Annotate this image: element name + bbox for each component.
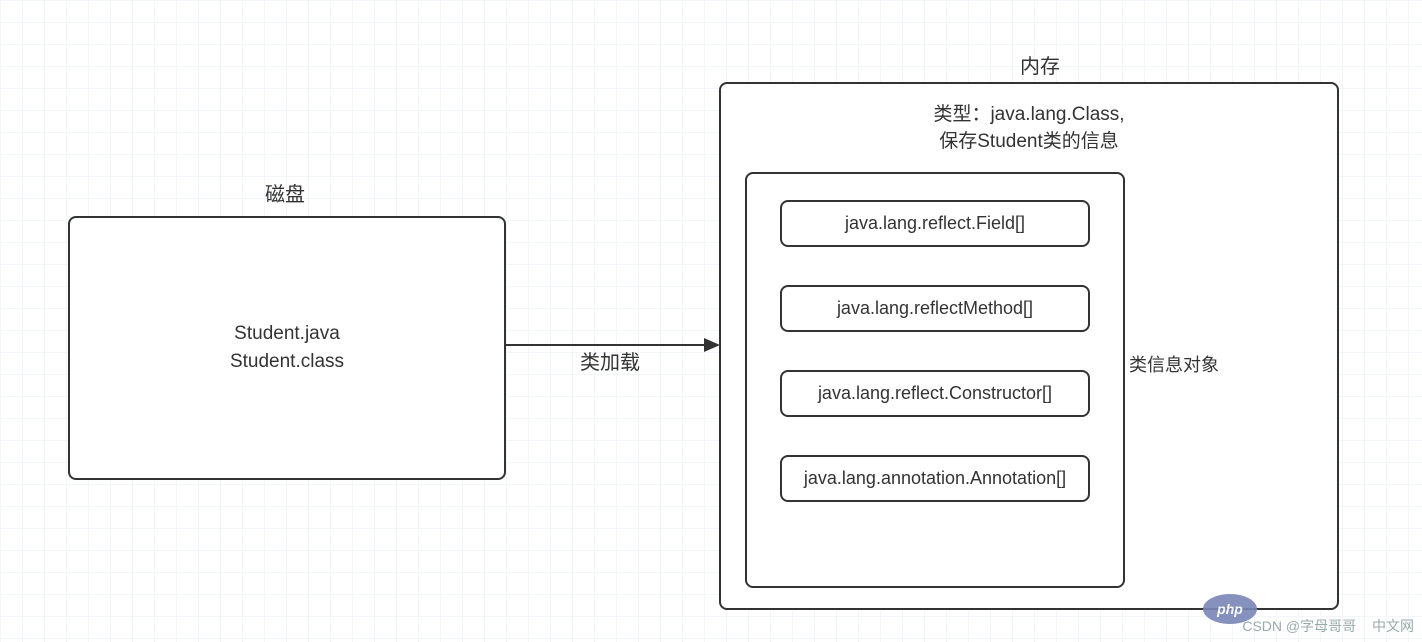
disk-content: Student.java Student.class [230, 320, 344, 377]
disk-file-java: Student.java [230, 320, 344, 349]
arrow-label: 类加载 [580, 346, 640, 375]
disk-box: Student.java Student.class [68, 216, 506, 480]
watermark-cn: 中文网 [1372, 616, 1414, 636]
watermark-csdn: CSDN @字母哥哥 [1242, 616, 1356, 636]
reflect-method-box: java.lang.reflectMethod[] [780, 285, 1090, 332]
class-info-line1: 类型：java.lang.Class, [721, 102, 1337, 129]
diagram-canvas: 磁盘 Student.java Student.class 类加载 内存 类型：… [0, 0, 1422, 642]
class-info-line2: 保存Student类的信息 [721, 129, 1337, 156]
disk-file-class: Student.class [230, 348, 344, 377]
class-info-object-box: java.lang.reflect.Field[] java.lang.refl… [745, 172, 1125, 588]
memory-title-label: 内存 [1020, 50, 1060, 79]
reflect-constructor-box: java.lang.reflect.Constructor[] [780, 370, 1090, 417]
disk-title-label: 磁盘 [265, 178, 305, 207]
watermark: CSDN @字母哥哥 中文网 [1242, 616, 1414, 636]
annotation-box: java.lang.annotation.Annotation[] [780, 455, 1090, 502]
memory-box: 类型：java.lang.Class, 保存Student类的信息 java.l… [719, 82, 1339, 610]
reflect-field-box: java.lang.reflect.Field[] [780, 200, 1090, 247]
class-info-side-label: 类信息对象 [1129, 352, 1219, 379]
